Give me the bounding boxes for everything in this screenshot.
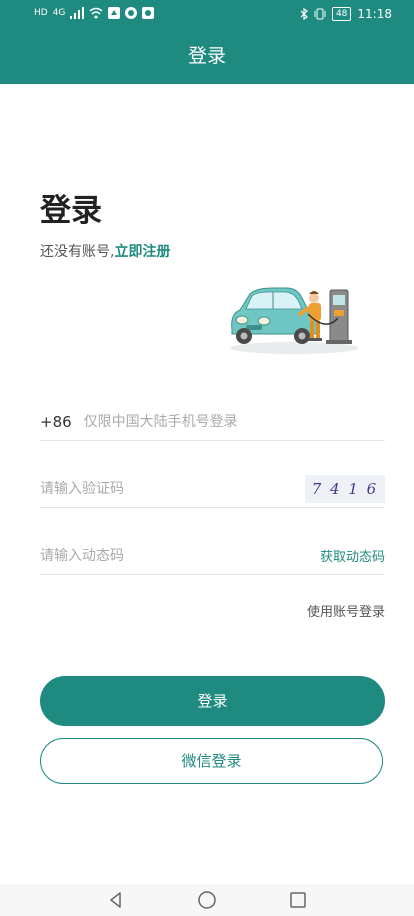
back-icon [109,892,121,908]
status-left: HD 4G [34,7,155,19]
captcha-image[interactable]: 7 4 1 6 [305,474,385,503]
header-title: 登录 [187,45,226,67]
home-icon [198,891,216,909]
app-notification-icon-2 [125,7,138,19]
phone-field: +86 [40,403,385,441]
vibrate-icon [314,8,326,20]
country-code-prefix[interactable]: +86 [40,413,72,431]
wifi-icon [89,7,103,19]
recents-icon [290,892,307,908]
dynamic-code-field: 获取动态码 [40,537,385,575]
bluetooth-icon [300,8,308,20]
captcha-input[interactable] [40,480,305,497]
register-prompt-text: 还没有账号, [40,244,115,260]
dynamic-code-input[interactable] [40,547,320,564]
signal-icon [70,7,85,19]
phone-input[interactable] [83,413,385,430]
get-dynamic-code-button[interactable]: 获取动态码 [320,546,385,565]
status-right: 48 11:18 [300,7,392,21]
battery-indicator: 48 [331,7,352,21]
captcha-field: 7 4 1 6 [40,470,385,508]
clock: 11:18 [357,7,392,21]
app-notification-icon-3 [142,7,155,19]
back-button[interactable] [105,889,127,911]
recents-button[interactable] [287,889,309,911]
login-button[interactable]: 登录 [40,676,385,726]
network-type-label: 4G [52,8,66,18]
register-link[interactable]: 立即注册 [114,244,170,260]
wechat-login-button[interactable]: 微信登录 [40,738,383,784]
app-header: 登录 [0,32,414,84]
home-button[interactable] [196,889,218,911]
ev-charging-illustration [230,287,358,354]
page-title: 登录 [40,193,102,229]
status-bar: HD 4G 48 11:18 [0,0,414,32]
hd-label: HD [34,8,48,18]
app-notification-icon [108,7,121,19]
system-nav-bar [0,884,414,916]
register-prompt: 还没有账号,立即注册 [40,241,170,261]
account-login-link[interactable]: 使用账号登录 [307,601,385,620]
